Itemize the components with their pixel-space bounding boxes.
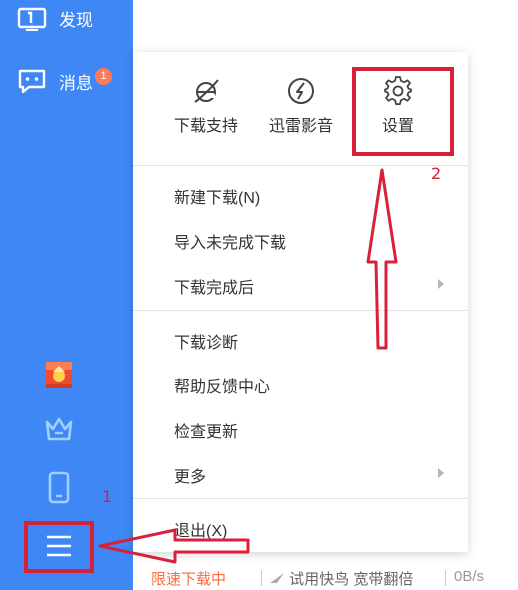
download-support-label: 下载支持: [173, 118, 238, 135]
annotation-box-settings: [352, 67, 454, 156]
submenu-arrow-icon: [438, 279, 444, 289]
annotation-box-menu: [24, 521, 94, 573]
try-kuainiao-link[interactable]: 试用快鸟 宽带翻倍: [269, 568, 413, 589]
menu-divider: [133, 310, 468, 311]
menu-item-diagnostics[interactable]: 下载诊断: [174, 329, 238, 353]
try-kuainiao-label: 试用快鸟 宽带翻倍: [289, 571, 414, 588]
menu-item-new-download[interactable]: 新建下载(N): [174, 184, 260, 208]
message-icon: [18, 69, 46, 94]
menu-item-help-feedback[interactable]: 帮助反馈中心: [174, 373, 270, 397]
sidebar: 发现 消息 1: [0, 0, 133, 590]
annotation-step-2: 2: [431, 164, 442, 183]
sidebar-item-discover-label: 发现: [59, 11, 93, 30]
status-bar: 限速下载中 试用快鸟 宽带翻倍 0B/s: [133, 566, 518, 590]
menu-item-check-update[interactable]: 检查更新: [174, 418, 238, 442]
download-speed: 0B/s: [454, 568, 485, 585]
kuainiao-bird-icon: [270, 573, 284, 583]
menu-item-after-download[interactable]: 下载完成后: [174, 274, 254, 298]
menu-divider: [133, 498, 468, 499]
submenu-arrow-icon: [438, 468, 444, 478]
ie-browser-icon: [194, 79, 219, 103]
status-divider: [445, 570, 446, 586]
sidebar-item-messages-label: 消息: [59, 73, 93, 93]
messages-badge: 1: [95, 67, 112, 85]
annotation-step-1: 1: [102, 487, 113, 506]
menu-item-exit[interactable]: 退出(X): [174, 517, 227, 541]
menu-item-import-unfinished[interactable]: 导入未完成下载: [174, 229, 286, 253]
sidebar-item-discover[interactable]: 发现: [17, 6, 93, 31]
discover-icon: [17, 7, 47, 31]
menu-divider: [133, 165, 468, 166]
download-support-button[interactable]: 下载支持: [161, 76, 251, 136]
status-divider: [261, 570, 262, 586]
menu-item-more[interactable]: 更多: [174, 463, 206, 487]
sidebar-item-messages[interactable]: 消息 1: [17, 67, 112, 94]
player-icon: [288, 78, 314, 104]
xunlei-player-button[interactable]: 迅雷影音: [256, 76, 346, 136]
red-envelope-icon[interactable]: [44, 360, 74, 390]
xunlei-player-label: 迅雷影音: [268, 118, 333, 135]
crown-icon[interactable]: [44, 414, 74, 444]
speed-limit-status[interactable]: 限速下载中: [151, 568, 226, 589]
phone-icon[interactable]: [44, 471, 74, 505]
